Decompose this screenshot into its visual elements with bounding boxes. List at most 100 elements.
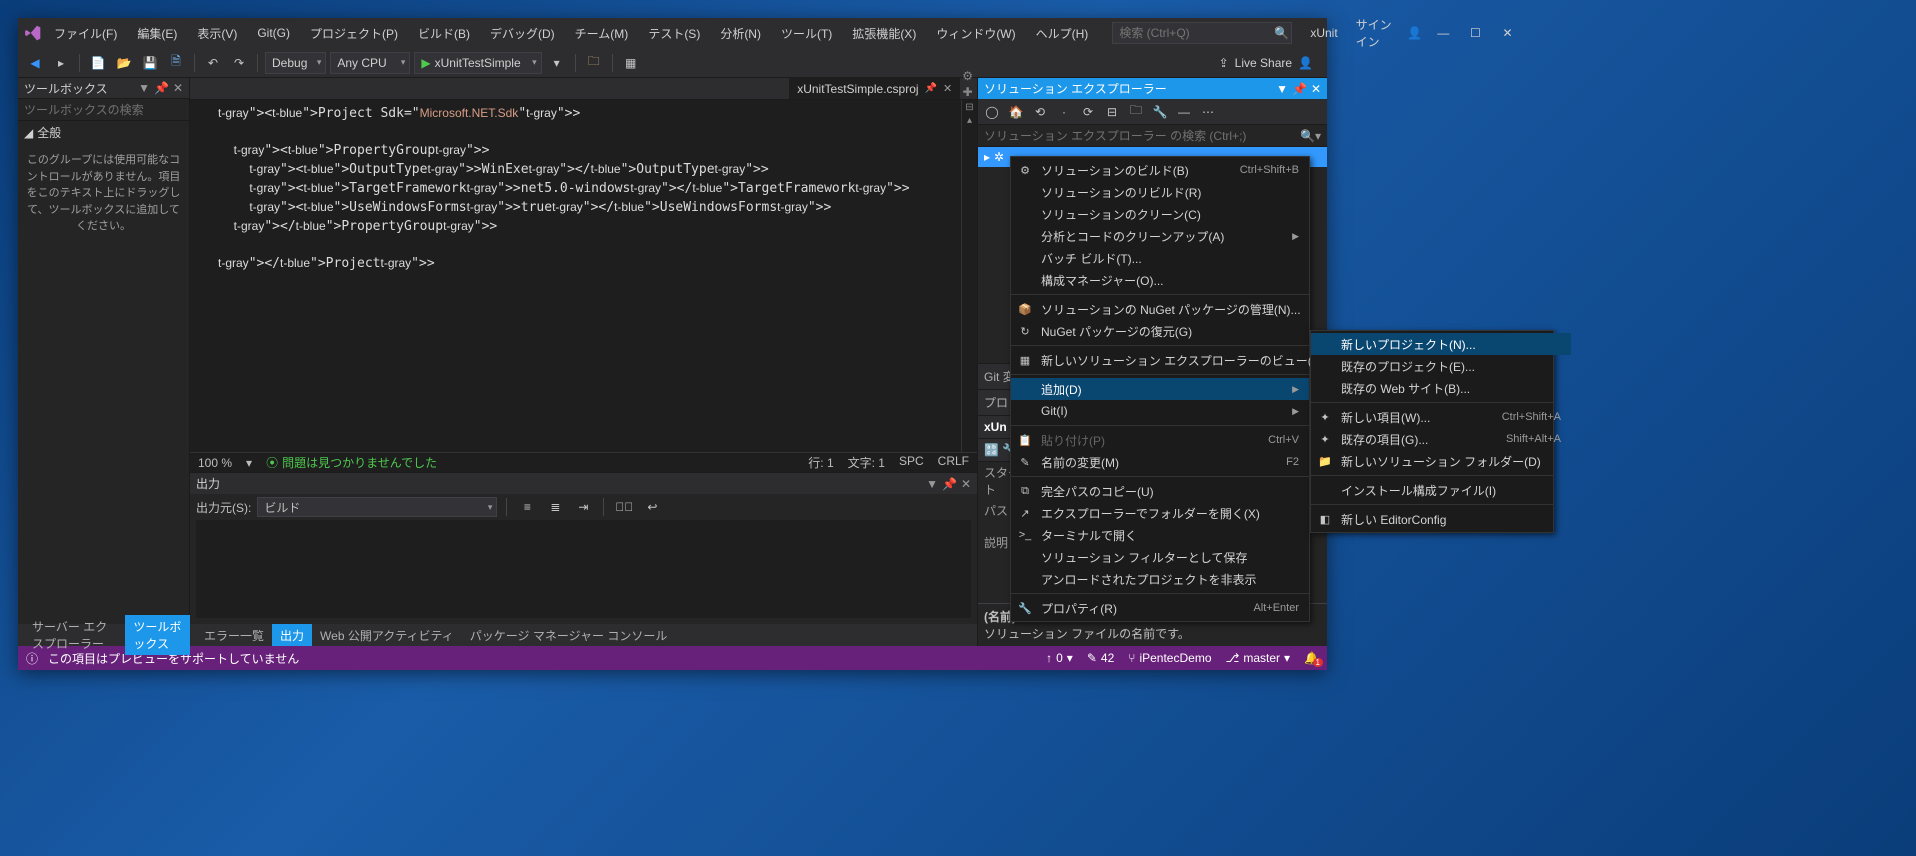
undo-icon[interactable]: ↶ bbox=[202, 52, 224, 74]
status-branch[interactable]: ⎇master▾ bbox=[1226, 651, 1291, 665]
showall-icon[interactable]: 🗀 bbox=[1126, 102, 1146, 122]
menu-item[interactable]: 分析(N) bbox=[712, 21, 769, 46]
bottom-tab[interactable]: 出力 bbox=[272, 624, 312, 647]
refresh-icon[interactable]: ⟳ bbox=[1078, 102, 1098, 122]
context-menu-item[interactable]: 既存の Web サイト(B)... bbox=[1311, 377, 1571, 399]
open-icon[interactable]: 📂 bbox=[113, 52, 135, 74]
signin-link[interactable]: サインイン bbox=[1356, 16, 1398, 50]
grid-icon[interactable]: ▦ bbox=[620, 52, 642, 74]
context-menu-item[interactable]: ソリューション フィルターとして保存 bbox=[1011, 546, 1309, 568]
context-menu-item[interactable]: 分析とコードのクリーンアップ(A) ▶ bbox=[1011, 225, 1309, 247]
output-wrap-icon[interactable]: ↩ bbox=[641, 496, 663, 518]
menu-item[interactable]: 編集(E) bbox=[129, 21, 185, 46]
context-menu-item[interactable]: ソリューションのクリーン(C) bbox=[1011, 203, 1309, 225]
pin-icon[interactable]: 📌 bbox=[154, 81, 169, 95]
context-menu-item[interactable]: ソリューションのリビルド(R) bbox=[1011, 181, 1309, 203]
menu-item[interactable]: 拡張機能(X) bbox=[844, 21, 924, 46]
global-search-input[interactable] bbox=[1119, 26, 1274, 40]
config-dropdown[interactable]: Debug bbox=[265, 52, 326, 74]
new-project-icon[interactable]: 📄 bbox=[87, 52, 109, 74]
context-menu-item[interactable]: Git(I) ▶ bbox=[1011, 400, 1309, 422]
solution-context-menu[interactable]: ⚙ ソリューションのビルド(B) Ctrl+Shift+B ソリューションのリビ… bbox=[1010, 156, 1310, 622]
add-icon[interactable]: ✚ bbox=[963, 85, 973, 99]
menu-item[interactable]: プロジェクト(P) bbox=[302, 21, 406, 46]
menu-item[interactable]: デバッグ(D) bbox=[482, 21, 563, 46]
save-icon[interactable]: 💾 bbox=[139, 52, 161, 74]
close-icon[interactable]: ✕ bbox=[1311, 82, 1321, 96]
status-warnings[interactable]: ✎42 bbox=[1087, 651, 1114, 665]
maximize-button[interactable]: ☐ bbox=[1464, 22, 1486, 44]
context-menu-item[interactable]: ▦ 新しいソリューション エクスプローラーのビュー(N) bbox=[1011, 349, 1309, 371]
bottom-tab[interactable]: パッケージ マネージャー コンソール bbox=[462, 624, 676, 647]
dropdown-icon[interactable]: ▾ bbox=[546, 52, 568, 74]
user-icon[interactable]: 👤 bbox=[1407, 26, 1422, 40]
space-indicator[interactable]: SPC bbox=[899, 454, 924, 471]
status-errors[interactable]: ↑0▾ bbox=[1046, 651, 1073, 665]
menu-item[interactable]: 表示(V) bbox=[189, 21, 245, 46]
output-source-dropdown[interactable]: ビルド bbox=[257, 497, 497, 517]
settings-icon[interactable]: ⚙ bbox=[962, 69, 973, 83]
preview-icon[interactable]: — bbox=[1174, 102, 1194, 122]
pin-icon[interactable]: 📌 bbox=[942, 477, 957, 491]
context-menu-item[interactable]: 🔧 プロパティ(R) Alt+Enter bbox=[1011, 597, 1309, 619]
close-icon[interactable]: ✕ bbox=[173, 81, 183, 95]
more-icon[interactable]: ⋯ bbox=[1198, 102, 1218, 122]
code-editor[interactable]: t-gray"><t-blue">Project Sdk="Microsoft.… bbox=[190, 100, 961, 452]
close-icon[interactable]: ✕ bbox=[943, 82, 952, 95]
chevron-icon[interactable]: ▾ bbox=[246, 456, 252, 470]
add-submenu[interactable]: 新しいプロジェクト(N)... 既存のプロジェクト(E)... 既存の Web … bbox=[1310, 330, 1554, 533]
status-notifications[interactable]: 🔔1 bbox=[1304, 651, 1319, 665]
context-menu-item[interactable]: 既存のプロジェクト(E)... bbox=[1311, 355, 1571, 377]
minimize-button[interactable]: — bbox=[1432, 22, 1454, 44]
toolbox-search[interactable]: ツールボックスの検索 bbox=[18, 99, 189, 121]
pin-icon[interactable]: 📌 bbox=[925, 83, 937, 94]
back-icon[interactable]: ◯ bbox=[982, 102, 1002, 122]
close-button[interactable]: ✕ bbox=[1496, 22, 1518, 44]
solution-explorer-search[interactable]: ソリューション エクスプローラー の検索 (Ctrl+;)🔍▾ bbox=[978, 125, 1327, 147]
save-all-icon[interactable]: 🗎 bbox=[165, 52, 187, 74]
nav-fwd-icon[interactable]: ▸ bbox=[50, 52, 72, 74]
context-menu-item[interactable]: ✦ 新しい項目(W)... Ctrl+Shift+A bbox=[1311, 406, 1571, 428]
pin-icon[interactable]: 📌 bbox=[1292, 82, 1307, 96]
output-btn-3[interactable]: ⇥ bbox=[572, 496, 594, 518]
folder-icon[interactable]: 🗀 bbox=[583, 52, 605, 74]
bottom-tab[interactable]: エラー一覧 bbox=[196, 624, 272, 647]
lineend-indicator[interactable]: CRLF bbox=[938, 454, 969, 471]
output-btn-1[interactable]: ≡ bbox=[516, 496, 538, 518]
nav-back-icon[interactable]: ◀ bbox=[24, 52, 46, 74]
context-menu-item[interactable]: ◧ 新しい EditorConfig bbox=[1311, 508, 1571, 530]
context-menu-item[interactable]: 追加(D) ▶ bbox=[1011, 378, 1309, 400]
menu-item[interactable]: ウィンドウ(W) bbox=[928, 21, 1023, 46]
col-indicator[interactable]: 文字: 1 bbox=[848, 454, 885, 471]
line-indicator[interactable]: 行: 1 bbox=[808, 454, 833, 471]
toolbox-group-general[interactable]: ◢全般 bbox=[18, 121, 189, 144]
context-menu-item[interactable]: 新しいプロジェクト(N)... bbox=[1311, 333, 1571, 355]
no-issues-indicator[interactable]: ⦿問題は見つかりませんでした bbox=[266, 454, 437, 471]
menu-item[interactable]: ツール(T) bbox=[773, 21, 840, 46]
context-menu-item[interactable]: ✦ 既存の項目(G)... Shift+Alt+A bbox=[1311, 428, 1571, 450]
status-repo[interactable]: ⑂iPentecDemo bbox=[1128, 651, 1211, 665]
context-menu-item[interactable]: >_ ターミナルで開く bbox=[1011, 524, 1309, 546]
bottom-tab[interactable]: サーバー エクスプローラー bbox=[24, 615, 125, 655]
context-menu-item[interactable]: 📁 新しいソリューション フォルダー(D) bbox=[1311, 450, 1571, 472]
context-menu-item[interactable]: ↻ NuGet パッケージの復元(G) bbox=[1011, 320, 1309, 342]
global-search[interactable]: 🔍 bbox=[1112, 22, 1292, 44]
dropdown-icon[interactable]: ▼ bbox=[138, 81, 150, 95]
context-menu-item[interactable]: ⚙ ソリューションのビルド(B) Ctrl+Shift+B bbox=[1011, 159, 1309, 181]
properties-icon[interactable]: 🔧 bbox=[1150, 102, 1170, 122]
menu-item[interactable]: Git(G) bbox=[249, 22, 298, 44]
context-menu-item[interactable]: バッチ ビルド(T)... bbox=[1011, 247, 1309, 269]
context-menu-item[interactable]: ⧉ 完全パスのコピー(U) bbox=[1011, 480, 1309, 502]
close-icon[interactable]: ✕ bbox=[961, 477, 971, 491]
dropdown-icon[interactable]: ▼ bbox=[926, 477, 938, 491]
collapse-icon[interactable]: ⊟ bbox=[1102, 102, 1122, 122]
output-btn-2[interactable]: ≣ bbox=[544, 496, 566, 518]
menu-item[interactable]: テスト(S) bbox=[640, 21, 708, 46]
zoom-level[interactable]: 100 % bbox=[198, 456, 232, 470]
menu-item[interactable]: ヘルプ(H) bbox=[1028, 21, 1097, 46]
bottom-tab[interactable]: ツールボックス bbox=[125, 615, 190, 655]
person-icon[interactable]: 👤 bbox=[1298, 56, 1313, 70]
menu-item[interactable]: ビルド(B) bbox=[410, 21, 478, 46]
editor-tab[interactable]: xUnitTestSimple.csproj 📌 ✕ bbox=[789, 77, 960, 99]
context-menu-item[interactable]: ✎ 名前の変更(M) F2 bbox=[1011, 451, 1309, 473]
